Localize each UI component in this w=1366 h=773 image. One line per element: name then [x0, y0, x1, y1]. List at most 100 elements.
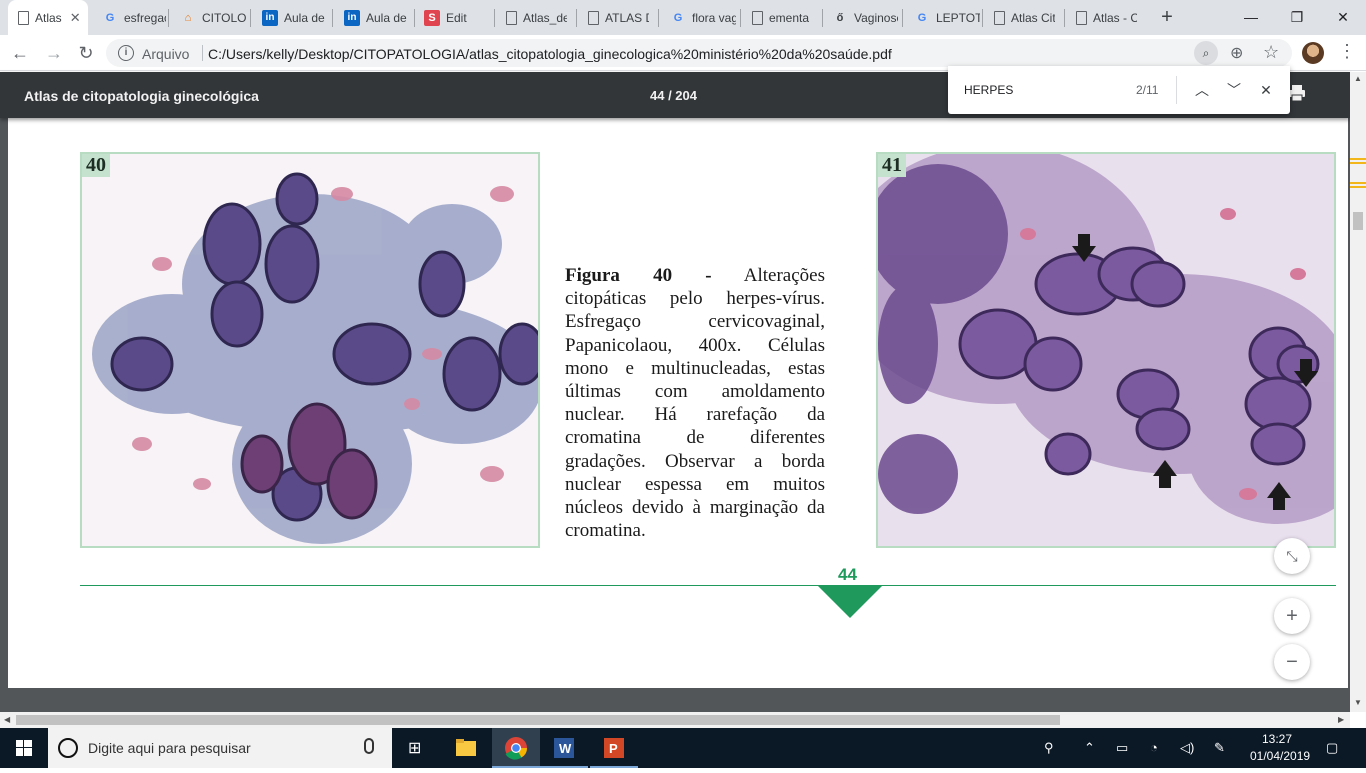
- wifi-icon[interactable]: ◔: [1150, 740, 1158, 755]
- tab-atlas-cit[interactable]: Atlas Cit: [984, 0, 1064, 35]
- tab-flora[interactable]: G flora vag: [660, 0, 740, 35]
- tab-separator: [902, 9, 903, 27]
- tab-separator: [168, 9, 169, 27]
- tab-separator: [658, 9, 659, 27]
- tab-atlas-de-1[interactable]: Atlas_de: [496, 0, 576, 35]
- file-explorer-button[interactable]: [442, 728, 490, 768]
- scroll-right-icon[interactable]: ▶: [1338, 715, 1344, 724]
- tab-citologia[interactable]: ⌂ CITOLOGIA: [170, 0, 248, 35]
- search-match-marker: [1350, 162, 1366, 164]
- task-view-icon: ⊞: [408, 740, 422, 757]
- windows-start-icon[interactable]: [0, 728, 48, 768]
- clock-date[interactable]: 01/04/2019: [1250, 749, 1310, 763]
- tab-label: flora vag: [692, 10, 736, 25]
- page-indicator: 44 / 204: [650, 88, 697, 103]
- vertical-scrollbar[interactable]: ▲ ▼: [1350, 72, 1366, 712]
- search-match-marker: [1350, 182, 1366, 184]
- info-icon[interactable]: i: [118, 45, 134, 61]
- tab-atlas-c[interactable]: Atlas - C: [1066, 0, 1146, 35]
- pen-icon[interactable]: ✎: [1214, 740, 1225, 756]
- chrome-taskbar-button[interactable]: [492, 728, 540, 768]
- tab-leptotrix[interactable]: G LEPTOTRI: [904, 0, 982, 35]
- taskbar-search[interactable]: Digite aqui para pesquisar: [48, 728, 392, 768]
- tab-label: Atlas_de: [523, 10, 567, 25]
- find-in-page-icon[interactable]: ⌕: [1194, 41, 1218, 65]
- tab-separator: [982, 9, 983, 27]
- avatar[interactable]: [1302, 42, 1324, 64]
- zoom-in-button[interactable]: +: [1274, 598, 1310, 634]
- svg-text:W: W: [559, 741, 572, 756]
- horizontal-scroll-thumb[interactable]: [16, 715, 1060, 725]
- scroll-up-icon[interactable]: ▲: [1354, 74, 1362, 83]
- print-icon[interactable]: [1288, 84, 1306, 102]
- close-window-button[interactable]: ✕: [1320, 4, 1366, 30]
- people-icon[interactable]: ⚲: [1044, 740, 1054, 756]
- document-icon: [588, 10, 599, 25]
- minimize-button[interactable]: —: [1228, 4, 1274, 30]
- zoom-out-button[interactable]: −: [1274, 644, 1310, 680]
- caption-title: Figura 40 -: [565, 265, 712, 286]
- caption-body: Alterações citopáticas pelo herpes-vírus…: [565, 265, 825, 542]
- menu-kebab-icon[interactable]: ⋮: [1338, 41, 1356, 62]
- microphone-icon[interactable]: [364, 738, 374, 754]
- address-divider: [202, 45, 203, 61]
- google-icon: G: [673, 11, 683, 24]
- task-view-button[interactable]: ⊞: [394, 728, 442, 768]
- tab-label: Vaginose: [854, 10, 898, 25]
- bookmark-star-icon[interactable]: ☆: [1263, 42, 1279, 63]
- zoom-icon[interactable]: ⊕: [1230, 43, 1243, 63]
- clock-time[interactable]: 13:27: [1262, 732, 1292, 746]
- figure-number: 41: [878, 154, 906, 177]
- find-divider: [1176, 76, 1177, 104]
- powerpoint-taskbar-button[interactable]: P: [590, 728, 638, 768]
- find-close-button[interactable]: ✕: [1254, 78, 1278, 102]
- address-bar[interactable]: i Arquivo C:/Users/kelly/Desktop/CITOPAT…: [106, 39, 1292, 67]
- tab-vaginose[interactable]: ő Vaginose: [822, 0, 902, 35]
- tab-aula-1[interactable]: in Aula de: [252, 0, 332, 35]
- tab-label: ementa: [769, 10, 810, 25]
- tab-separator: [250, 9, 251, 27]
- forward-button[interactable]: →: [42, 41, 66, 65]
- word-icon: W: [554, 738, 574, 758]
- figure-caption: Figura 40 - Alterações citopáticas pelo …: [565, 264, 825, 542]
- tab-ementa[interactable]: ementa: [742, 0, 822, 35]
- notifications-icon[interactable]: ▢: [1326, 740, 1338, 756]
- volume-icon[interactable]: ◁): [1180, 740, 1194, 756]
- scroll-down-icon[interactable]: ▼: [1354, 698, 1362, 707]
- tab-label: CITOLOGIA: [202, 10, 246, 25]
- taskbar-search-placeholder: Digite aqui para pesquisar: [88, 740, 251, 756]
- tab-esfregaco[interactable]: G esfregaço: [92, 0, 166, 35]
- new-tab-button[interactable]: +: [1156, 6, 1178, 28]
- tab-label: Aula de: [366, 10, 407, 25]
- scroll-left-icon[interactable]: ◀: [4, 715, 10, 724]
- back-button[interactable]: ←: [8, 41, 32, 65]
- page-triangle-marker: [818, 586, 882, 618]
- vertical-scroll-thumb[interactable]: [1353, 212, 1363, 230]
- app-icon: ő: [836, 11, 844, 24]
- google-icon: G: [917, 11, 927, 24]
- close-tab-icon[interactable]: ✕: [70, 10, 81, 26]
- find-next-button[interactable]: ﹀: [1222, 78, 1246, 102]
- tab-label: Edit: [446, 10, 467, 25]
- tab-label: esfregaço: [124, 10, 166, 25]
- find-input[interactable]: [964, 80, 1124, 100]
- restore-button[interactable]: ❐: [1274, 4, 1320, 30]
- find-previous-button[interactable]: ︿: [1190, 78, 1214, 102]
- tab-separator: [332, 9, 333, 27]
- battery-icon[interactable]: ▭: [1116, 740, 1128, 756]
- tab-atlas-de-2[interactable]: ATLAS DE: [578, 0, 658, 35]
- s-app-icon: S: [424, 9, 440, 26]
- figure-41-image: 41: [876, 152, 1336, 548]
- document-icon: [1076, 10, 1087, 25]
- url-text[interactable]: C:/Users/kelly/Desktop/CITOPATOLOGIA/atl…: [208, 46, 892, 62]
- tab-atlas-active[interactable]: Atlas ✕: [8, 0, 88, 35]
- tab-edit[interactable]: S Edit: [414, 0, 494, 35]
- show-hidden-icons-icon[interactable]: ⌃: [1084, 740, 1095, 756]
- tab-separator: [494, 9, 495, 27]
- horizontal-scrollbar[interactable]: ◀ ▶: [0, 712, 1350, 728]
- fit-page-button[interactable]: ⤡: [1274, 538, 1310, 574]
- reload-button[interactable]: ↻: [74, 41, 98, 65]
- tab-aula-2[interactable]: in Aula de: [334, 0, 414, 35]
- pdf-page: 40 Figura 40 - Alterações citopáticas pe…: [8, 118, 1348, 688]
- word-taskbar-button[interactable]: W: [540, 728, 588, 768]
